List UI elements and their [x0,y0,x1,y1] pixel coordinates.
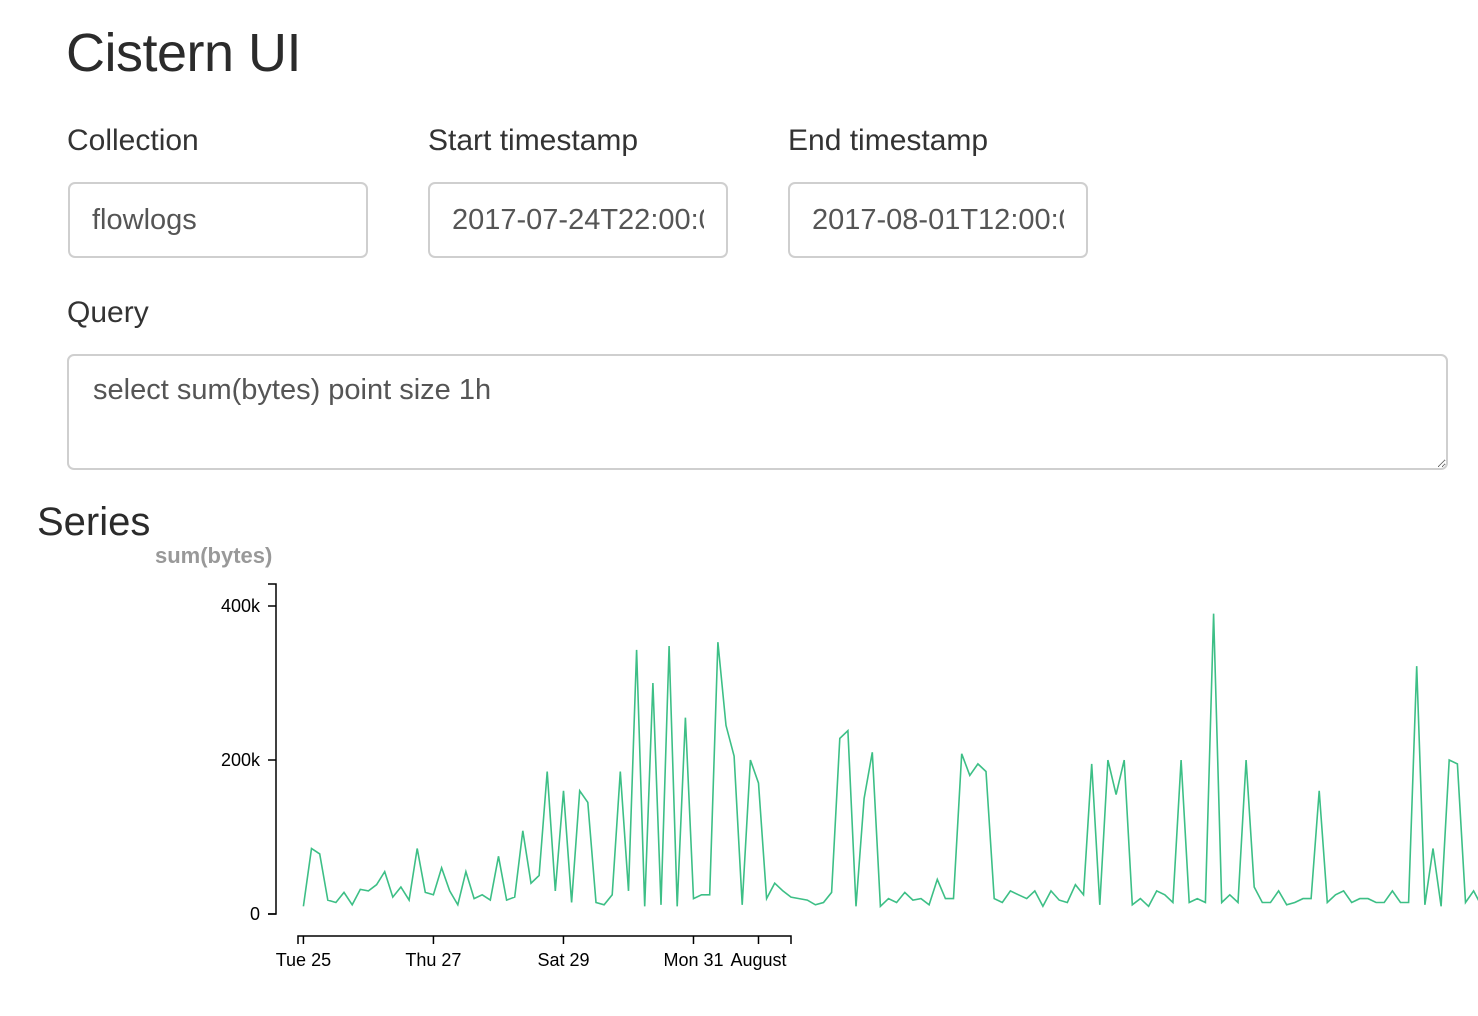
x-tick-label: August [730,950,786,970]
x-tick-label: Sat 29 [537,950,589,970]
y-tick-label: 200k [221,750,261,770]
y-axis-line [268,583,277,915]
x-axis-line [297,935,792,944]
chart-y-axis-label: sum(bytes) [155,543,272,568]
x-tick-label: Mon 31 [663,950,723,970]
series-chart: sum(bytes) 0 200k 400k Tue 25 Thu 27 Sat 29 M… [155,543,1478,970]
x-tick-label: Thu 27 [405,950,461,970]
x-tick-label: Tue 25 [276,950,331,970]
y-tick-label: 0 [250,904,260,924]
chart-series-line-sum-bytes [302,613,1478,909]
y-tick-label: 400k [221,596,261,616]
chart-x-axis: Tue 25 Thu 27 Sat 29 Mon 31 August [276,935,792,970]
chart-y-axis: 0 200k 400k [221,583,277,924]
page: Cistern UI Collection Start timestamp En… [0,0,1478,1016]
